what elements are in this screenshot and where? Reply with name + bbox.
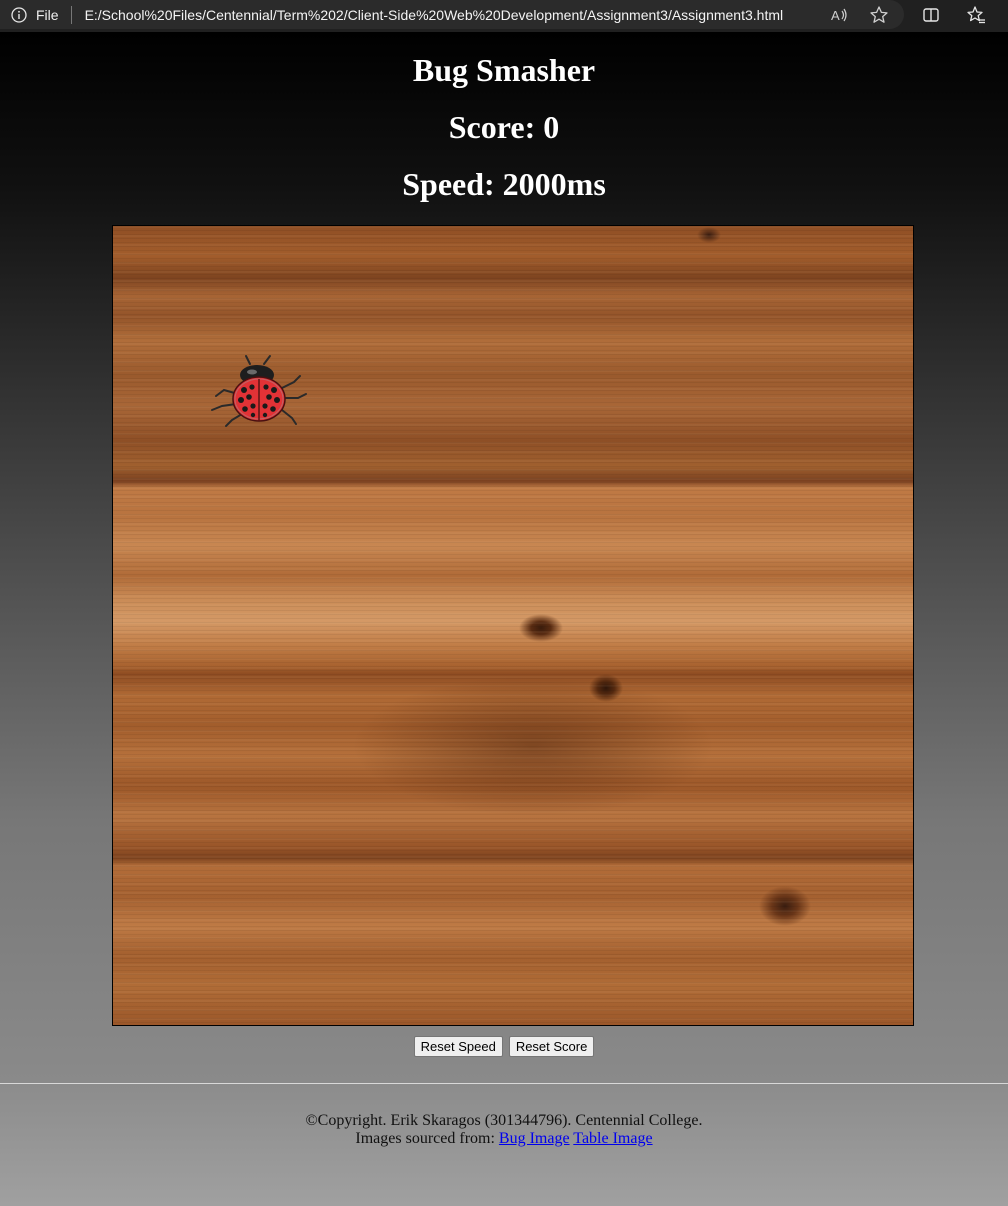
address-divider	[70, 5, 72, 24]
url-text[interactable]: E:/School%20Files/Centennial/Term%202/Cl…	[85, 7, 784, 23]
game-board[interactable]	[112, 225, 914, 1026]
favorite-star-icon[interactable]	[869, 5, 889, 25]
image-credits-label: Images sourced from:	[355, 1130, 495, 1147]
address-bar[interactable]: File E:/School%20Files/Centennial/Term%2…	[0, 0, 904, 29]
page-body: Bug Smasher Score: 0 Speed: 2000ms Reset…	[0, 32, 1008, 1084]
favorites-icon[interactable]	[966, 5, 986, 25]
wood-grain-texture	[113, 226, 913, 1025]
bug-image-link[interactable]: Bug Image	[499, 1130, 570, 1147]
score-display: Score: 0	[448, 109, 560, 145]
page-title: Bug Smasher	[412, 52, 596, 88]
image-credits: Images sourced from: Bug Image Table Ima…	[0, 1130, 1008, 1148]
table-image-link[interactable]: Table Image	[573, 1130, 652, 1147]
file-scheme-label: File	[36, 6, 59, 23]
info-icon[interactable]	[11, 6, 27, 23]
reset-speed-button[interactable]: Reset Speed	[413, 1036, 503, 1057]
browser-toolbar: File E:/School%20Files/Centennial/Term%2…	[0, 0, 1008, 32]
copyright-text: ©Copyright. Erik Skaragos (301344796). C…	[305, 1112, 703, 1129]
split-screen-icon[interactable]	[921, 5, 941, 25]
page-footer: ©Copyright. Erik Skaragos (301344796). C…	[0, 1083, 1008, 1206]
ladybug-icon[interactable]	[208, 354, 310, 428]
speed-display: Speed: 2000ms	[402, 166, 606, 202]
control-buttons: Reset Speed Reset Score	[0, 1036, 1008, 1057]
reset-score-button[interactable]: Reset Score	[508, 1036, 595, 1057]
read-aloud-icon[interactable]: A	[829, 5, 849, 25]
svg-text:A: A	[831, 8, 840, 23]
